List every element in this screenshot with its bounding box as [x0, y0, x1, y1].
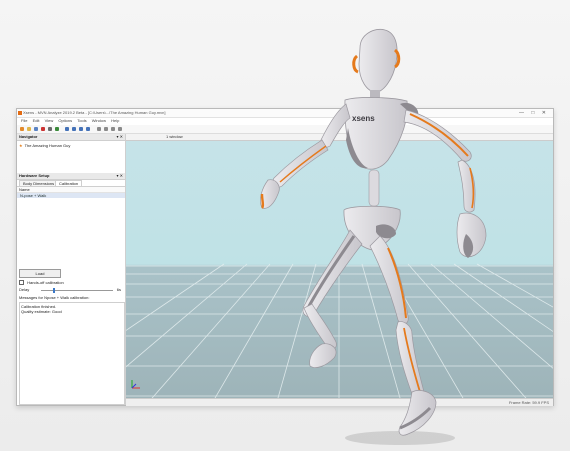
- menu-help[interactable]: Help: [111, 118, 119, 123]
- title-bar: Xsens - MVN Analyze 2019.2 Beta - [C:\Us…: [17, 109, 553, 118]
- step-back-icon[interactable]: [72, 127, 76, 131]
- navigator-body: ★ The Amazing Human Guy: [17, 141, 125, 173]
- navigator-controls[interactable]: ▾ ✕: [117, 134, 123, 140]
- frame-rate: Frame Rate: 59.9 FPS: [508, 400, 549, 405]
- skip-end-icon[interactable]: [86, 127, 90, 131]
- tab-calibration[interactable]: Calibration: [55, 180, 83, 186]
- hands-off-label: Hands-off calibration: [27, 280, 64, 285]
- messages-box: Calibration finished. Quality estimate: …: [19, 302, 125, 405]
- stop-icon[interactable]: [48, 127, 52, 131]
- toolbar: [17, 125, 553, 134]
- menu-bar: File Edit View Options Tools Window Help: [17, 118, 553, 124]
- delay-row: Delay 6s: [19, 287, 123, 293]
- navigator-item-label: The Amazing Human Guy: [24, 143, 71, 148]
- hardware-setup-header: Hardware Setup ▾ ✕: [17, 173, 125, 180]
- menu-file[interactable]: File: [21, 118, 27, 123]
- menu-view[interactable]: View: [45, 118, 54, 123]
- menu-options[interactable]: Options: [58, 118, 72, 123]
- hands-off-calibration-row: Hands-off calibration: [19, 280, 123, 286]
- hardware-tabs: Body Dimensions Calibration: [17, 180, 125, 187]
- hands-off-checkbox[interactable]: [19, 280, 24, 286]
- app-window: Xsens - MVN Analyze 2019.2 Beta - [C:\Us…: [16, 108, 554, 406]
- axis-gizmo: [131, 380, 140, 389]
- delay-value: 6s: [116, 287, 121, 292]
- skip-start-icon[interactable]: [65, 127, 69, 131]
- open-folder-icon[interactable]: [27, 127, 31, 131]
- record-icon[interactable]: [41, 127, 45, 131]
- window-title: Xsens - MVN Analyze 2019.2 Beta - [C:\Us…: [23, 110, 166, 115]
- message-line: Quality estimate: Good: [21, 309, 62, 314]
- grid-icon[interactable]: [111, 127, 115, 131]
- camera-icon[interactable]: [118, 127, 122, 131]
- menu-window[interactable]: Window: [92, 118, 106, 123]
- calibration-row[interactable]: N-pose + Walk: [17, 193, 125, 198]
- window-controls[interactable]: — □ ✕: [519, 109, 549, 117]
- left-panel: Navigator ▾ ✕ ★ The Amazing Human Guy Ha…: [17, 134, 126, 405]
- navigator-header: Navigator ▾ ✕: [17, 134, 125, 141]
- app-logo-icon: [18, 111, 22, 115]
- hardware-setup-title: Hardware Setup: [19, 173, 50, 178]
- navigator-title: Navigator: [19, 134, 38, 139]
- load-button[interactable]: Load: [19, 269, 61, 278]
- menu-tools[interactable]: Tools: [77, 118, 86, 123]
- delay-slider[interactable]: [41, 288, 113, 293]
- new-file-icon[interactable]: [20, 127, 24, 131]
- navigator-item[interactable]: ★ The Amazing Human Guy: [19, 143, 123, 148]
- save-icon[interactable]: [34, 127, 38, 131]
- menu-edit[interactable]: Edit: [33, 118, 40, 123]
- delay-slider-handle[interactable]: [53, 288, 55, 293]
- 3d-viewport[interactable]: 1 window: [126, 134, 553, 405]
- settings-icon[interactable]: [97, 127, 101, 131]
- messages-label: Messages for Npose + Walk calibration:: [19, 295, 90, 300]
- hardware-setup-controls[interactable]: ▾ ✕: [117, 173, 123, 179]
- step-forward-icon[interactable]: [79, 127, 83, 131]
- view-icon[interactable]: [104, 127, 108, 131]
- delay-label: Delay: [19, 287, 30, 292]
- status-bar: Frame Rate: 59.9 FPS: [126, 398, 553, 406]
- tab-body-dimensions[interactable]: Body Dimensions: [19, 180, 59, 186]
- floor-grid: [126, 263, 553, 405]
- star-icon: ★: [19, 143, 23, 148]
- play-icon[interactable]: [55, 127, 59, 131]
